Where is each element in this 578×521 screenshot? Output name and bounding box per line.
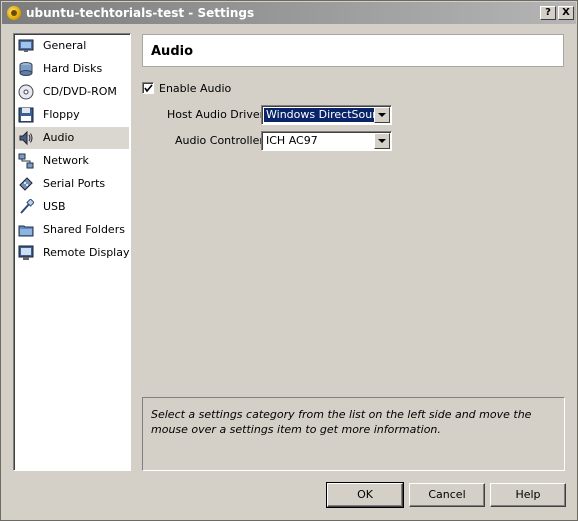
sidebar-item-label: Hard Disks bbox=[43, 62, 103, 75]
help-title-button[interactable]: ? bbox=[540, 6, 556, 20]
serial-port-icon bbox=[19, 177, 33, 191]
audio-controller-label: Audio Controller: bbox=[175, 134, 268, 147]
info-panel: Select a settings category from the list… bbox=[142, 397, 565, 471]
enable-audio-label[interactable]: Enable Audio bbox=[159, 82, 231, 95]
page-header: Audio bbox=[142, 34, 564, 67]
ok-button[interactable]: OK bbox=[326, 482, 404, 508]
sidebar-item-label: Shared Folders bbox=[43, 223, 125, 236]
title-bar[interactable]: ubuntu-techtorials-test - Settings ? X bbox=[2, 2, 576, 24]
sidebar-item-usb[interactable]: USB bbox=[15, 196, 129, 218]
cancel-button[interactable]: Cancel bbox=[409, 483, 485, 507]
chevron-down-icon[interactable] bbox=[374, 133, 390, 149]
sidebar-item-hard-disks[interactable]: Hard Disks bbox=[15, 58, 129, 80]
host-audio-driver-value: Windows DirectSound bbox=[262, 107, 390, 123]
checkmark-icon bbox=[144, 84, 153, 93]
virtualbox-icon bbox=[7, 6, 21, 20]
hard-disk-icon bbox=[19, 62, 33, 76]
host-audio-driver-label: Host Audio Driver: bbox=[167, 108, 268, 121]
remote-display-icon bbox=[18, 245, 34, 260]
chevron-down-icon[interactable] bbox=[374, 107, 390, 123]
sidebar-item-general[interactable]: General bbox=[15, 35, 129, 57]
info-text: Select a settings category from the list… bbox=[151, 408, 532, 436]
usb-icon bbox=[20, 199, 34, 214]
monitor-icon bbox=[18, 39, 34, 52]
optical-disc-icon bbox=[18, 84, 34, 100]
sidebar-item-label: General bbox=[43, 39, 87, 52]
sidebar-item-remote-display[interactable]: Remote Display bbox=[15, 242, 130, 264]
sidebar-item-shared-folders[interactable]: Shared Folders bbox=[15, 219, 129, 241]
settings-category-list[interactable]: General Hard Disks CD/DVD-ROM Floppy Aud… bbox=[13, 33, 131, 471]
speaker-icon bbox=[19, 130, 33, 146]
close-button[interactable]: X bbox=[558, 6, 574, 20]
sidebar-item-label: CD/DVD-ROM bbox=[43, 85, 117, 98]
sidebar-item-audio[interactable]: Audio bbox=[15, 127, 129, 149]
audio-controller-value: ICH AC97 bbox=[266, 134, 318, 147]
sidebar-item-label: Audio bbox=[43, 131, 75, 144]
audio-controller-select[interactable]: ICH AC97 bbox=[261, 131, 392, 151]
shared-folder-icon bbox=[18, 225, 34, 237]
sidebar-item-label: Serial Ports bbox=[43, 177, 106, 190]
sidebar-item-label: Remote Display bbox=[43, 246, 130, 259]
sidebar-item-label: Floppy bbox=[43, 108, 80, 121]
sidebar-item-floppy[interactable]: Floppy bbox=[15, 104, 129, 126]
network-icon bbox=[18, 153, 34, 169]
host-audio-driver-select[interactable]: Windows DirectSound bbox=[261, 105, 392, 125]
sidebar-item-network[interactable]: Network bbox=[15, 150, 129, 172]
sidebar-item-serial-ports[interactable]: Serial Ports bbox=[15, 173, 129, 195]
page-title: Audio bbox=[151, 44, 194, 59]
help-button[interactable]: Help bbox=[490, 483, 566, 507]
sidebar-item-cd-dvd-rom[interactable]: CD/DVD-ROM bbox=[15, 81, 129, 103]
settings-window: ubuntu-techtorials-test - Settings ? X G… bbox=[0, 0, 578, 521]
floppy-icon bbox=[18, 107, 34, 123]
window-title: ubuntu-techtorials-test - Settings bbox=[26, 6, 255, 20]
enable-audio-checkbox[interactable] bbox=[142, 82, 154, 94]
sidebar-item-label: Network bbox=[43, 154, 89, 167]
sidebar-item-label: USB bbox=[43, 200, 66, 213]
